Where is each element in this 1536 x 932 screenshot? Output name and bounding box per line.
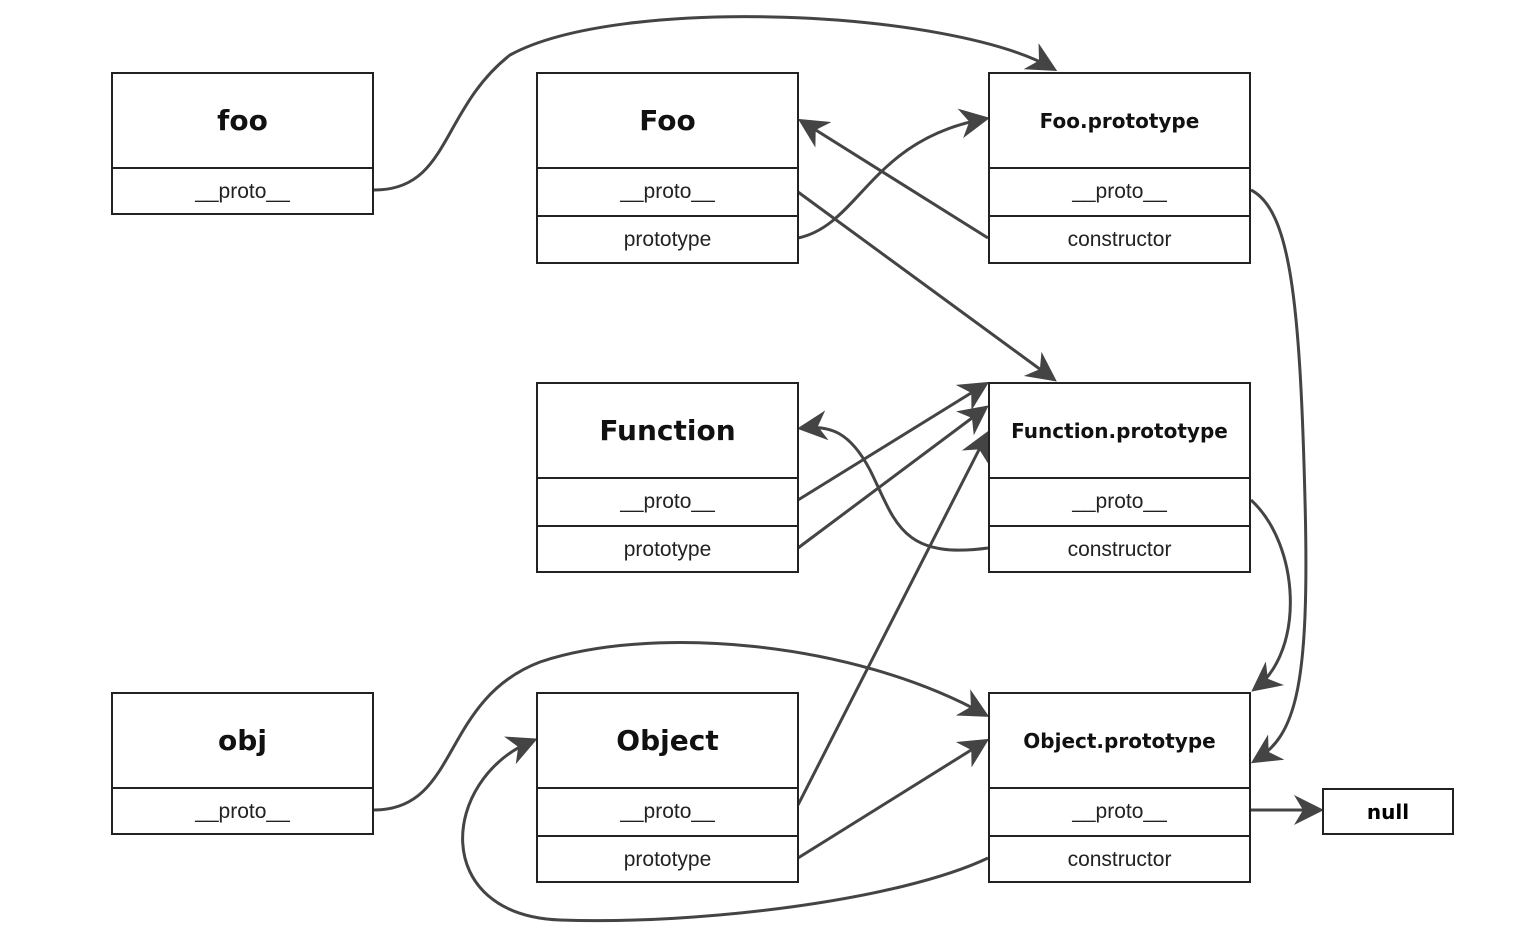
node-object: Object __proto__ prototype [536,692,799,883]
node-title: Function.prototype [1011,418,1228,443]
row-proto: __proto__ [990,787,1249,835]
arrow-object-prototype-to-object-prototype [797,738,990,860]
row-proto: __proto__ [538,477,797,525]
node-function-prototype: Function.prototype __proto__ constructor [988,382,1251,573]
node-null: null [1322,788,1454,835]
row-proto: __proto__ [113,787,372,835]
prototype-chain-diagram: foo __proto__ Foo __proto__ prototype Fo… [0,0,1536,932]
arrow-function-prototype-proto-to-object-prototype [1249,498,1292,692]
arrow-function-proto-to-function-prototype [797,381,990,502]
row-proto: __proto__ [990,167,1249,215]
node-title: Function [599,414,736,447]
row-proto: __proto__ [538,167,797,215]
node-title: Object [616,724,719,757]
row-constructor: constructor [990,215,1249,263]
row-constructor: constructor [990,835,1249,883]
row-proto: __proto__ [538,787,797,835]
row-proto: __proto__ [990,477,1249,525]
node-title: obj [218,724,267,757]
node-title: Foo.prototype [1039,108,1200,133]
node-object-prototype: Object.prototype __proto__ constructor [988,692,1251,883]
row-prototype: prototype [538,525,797,573]
node-function: Function __proto__ prototype [536,382,799,573]
arrow-object-proto-to-function-prototype [796,430,989,806]
row-prototype: prototype [538,215,797,263]
node-foo: foo __proto__ [111,72,374,215]
node-foo-prototype: Foo.prototype __proto__ constructor [988,72,1251,264]
node-obj: obj __proto__ [111,692,374,835]
row-prototype: prototype [538,835,797,883]
node-title: Object.prototype [1023,728,1216,753]
row-constructor: constructor [990,525,1249,573]
node-title: Foo [639,104,696,137]
node-title: foo [217,104,268,137]
arrow-foo-prototype-proto-to-object-prototype [1250,188,1308,764]
node-Foo: Foo __proto__ prototype [536,72,799,264]
row-proto: __proto__ [113,167,372,215]
